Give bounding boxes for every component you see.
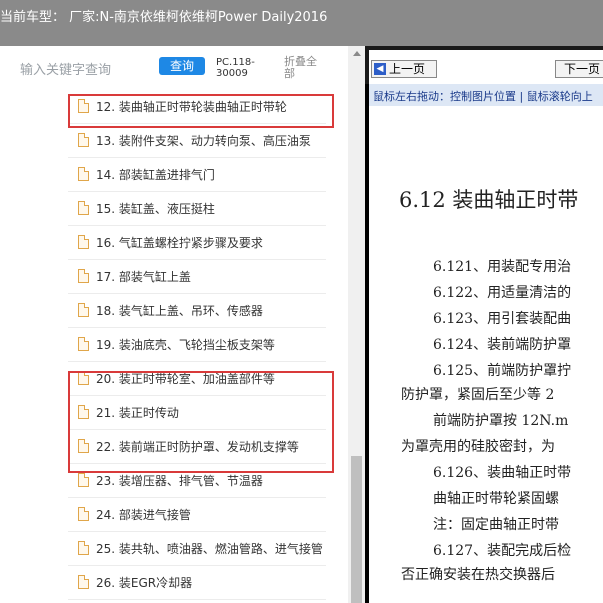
highlight-box-20-22 bbox=[68, 371, 334, 473]
tree-item-label: 17. 部装气缸上盖 bbox=[96, 270, 191, 284]
tree-item-label: 23. 装增压器、排气管、节温器 bbox=[96, 474, 263, 488]
tree-item-17[interactable]: 17. 部装气缸上盖 bbox=[68, 260, 348, 294]
page-line: 6.123、用引套装配曲 bbox=[433, 311, 572, 327]
next-page-button[interactable]: 下一页 bbox=[555, 60, 603, 78]
document-code: PC.118-30009 bbox=[216, 57, 255, 79]
tree-item-label: 16. 气缸盖螺栓拧紧步骤及要求 bbox=[96, 236, 263, 250]
vehicle-title: 当前车型： 厂家:N-南京依维柯依维柯Power Daily2016 bbox=[0, 10, 328, 25]
search-button[interactable]: 查询 bbox=[159, 57, 205, 75]
document-icon bbox=[78, 235, 89, 249]
page-line: 6.121、用装配专用治 bbox=[433, 259, 572, 275]
page-line: 防护罩，紧固后至少等 2 bbox=[401, 387, 555, 403]
tree-item-label: 18. 装气缸上盖、吊环、传感器 bbox=[96, 304, 263, 318]
viewer-hint: 鼠标左右拖动：控制图片位置 | 鼠标滚轮向上 bbox=[373, 90, 593, 103]
page-line: 前端防护罩按 12N.m bbox=[433, 413, 569, 429]
tree-item-19[interactable]: 19. 装油底壳、飞轮挡尘板支架等 bbox=[68, 328, 348, 362]
document-icon bbox=[78, 303, 89, 317]
page-nav: ◀ 上一页 下一页 bbox=[365, 46, 603, 84]
document-icon bbox=[78, 575, 89, 589]
prev-page-label: 上一页 bbox=[389, 62, 426, 76]
tree-item-label: 26. 装EGR冷却器 bbox=[96, 576, 193, 590]
catalog-panel: 输入关键字查询 查询 PC.118-30009 折叠全部 12. 装曲轴正时带轮… bbox=[0, 46, 365, 603]
page-line: 6.122、用适量清洁的 bbox=[433, 285, 572, 301]
document-icon bbox=[78, 167, 89, 181]
tree-item-label: 14. 部装缸盖进排气门 bbox=[96, 168, 215, 182]
left-arrow-icon: ◀ bbox=[374, 63, 386, 75]
scroll-up-icon[interactable] bbox=[348, 46, 365, 62]
tree-item-15[interactable]: 15. 装缸盖、液压挺柱 bbox=[68, 192, 348, 226]
page-line: 注：固定曲轴正时带 bbox=[433, 517, 559, 533]
tree-item-14[interactable]: 14. 部装缸盖进排气门 bbox=[68, 158, 348, 192]
tree-item-26[interactable]: 26. 装EGR冷却器 bbox=[68, 566, 348, 600]
document-viewer: ◀ 上一页 下一页 鼠标左右拖动：控制图片位置 | 鼠标滚轮向上 6.12 装曲轴… bbox=[365, 46, 603, 603]
highlight-box-12 bbox=[68, 94, 334, 128]
document-icon bbox=[78, 269, 89, 283]
document-icon bbox=[78, 541, 89, 555]
document-icon bbox=[78, 201, 89, 215]
page-line: 为罩壳用的硅胶密封，为 bbox=[401, 439, 555, 455]
title-bar: 当前车型： 厂家:N-南京依维柯依维柯Power Daily2016 bbox=[0, 0, 603, 46]
prev-page-button[interactable]: ◀ 上一页 bbox=[371, 60, 437, 78]
document-icon bbox=[78, 337, 89, 351]
tree-item-25[interactable]: 25. 装共轨、喷油器、燃油管路、进气接管 bbox=[68, 532, 348, 566]
tree-item-18[interactable]: 18. 装气缸上盖、吊环、传感器 bbox=[68, 294, 348, 328]
tree-item-label: 15. 装缸盖、液压挺柱 bbox=[96, 202, 215, 216]
document-icon bbox=[78, 133, 89, 147]
tree-scrollbar[interactable] bbox=[348, 46, 365, 603]
tree-item-label: 25. 装共轨、喷油器、燃油管路、进气接管 bbox=[96, 542, 323, 556]
page-line: 6.126、装曲轴正时带 bbox=[433, 465, 572, 481]
tree-item-label: 24. 部装进气接管 bbox=[96, 508, 191, 522]
tree-item-label: 13. 装附件支架、动力转向泵、高压油泵 bbox=[96, 134, 311, 148]
tree-item-13[interactable]: 13. 装附件支架、动力转向泵、高压油泵 bbox=[68, 124, 348, 158]
tree-item-16[interactable]: 16. 气缸盖螺栓拧紧步骤及要求 bbox=[68, 226, 348, 260]
search-input[interactable]: 输入关键字查询 bbox=[20, 59, 111, 78]
tree-item-label: 19. 装油底壳、飞轮挡尘板支架等 bbox=[96, 338, 275, 352]
tree-item-24[interactable]: 24. 部装进气接管 bbox=[68, 498, 348, 532]
search-row: 输入关键字查询 查询 PC.118-30009 折叠全部 bbox=[0, 46, 365, 90]
manual-page[interactable]: 6.12 装曲轴正时带 6.121、用装配专用治 6.122、用适量清洁的 6.… bbox=[369, 106, 603, 603]
collapse-all-button[interactable]: 折叠全部 bbox=[284, 56, 324, 80]
document-icon bbox=[78, 507, 89, 521]
page-line: 否正确安装在热交换器后 bbox=[401, 567, 555, 583]
scroll-thumb[interactable] bbox=[351, 456, 362, 603]
page-line: 6.125、前端防护罩拧 bbox=[433, 363, 572, 379]
page-line: 曲轴正时带轮紧固螺 bbox=[433, 491, 559, 507]
document-icon bbox=[78, 473, 89, 487]
section-heading: 6.12 装曲轴正时带 bbox=[399, 188, 579, 212]
viewer-hint-bar: 鼠标左右拖动：控制图片位置 | 鼠标滚轮向上 bbox=[369, 84, 603, 106]
page-line: 6.124、装前端防护罩 bbox=[433, 337, 572, 353]
page-line: 6.127、装配完成后检 bbox=[433, 543, 572, 559]
